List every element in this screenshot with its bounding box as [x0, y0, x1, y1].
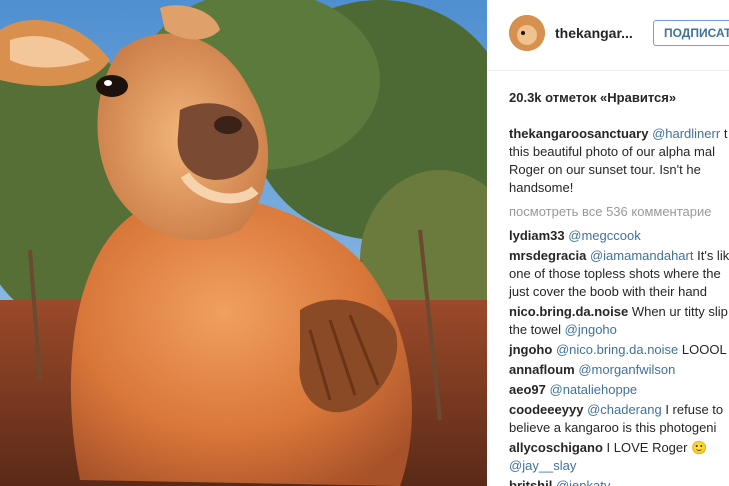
comment-line: just cover the boob with their hand — [509, 284, 708, 299]
likes-count[interactable]: 20.3k отметок «Нравится» — [509, 90, 676, 105]
comment: jngoho @nico.bring.da.noise LOOOL — [509, 341, 729, 359]
comment-text: It's lik — [697, 248, 729, 263]
comment-username[interactable]: allycoschigano — [509, 440, 603, 455]
follow-button[interactable]: ПОДПИСАТЬСЯ — [653, 20, 729, 46]
comment-username[interactable]: jngoho — [509, 342, 552, 357]
comment-mention[interactable]: @morganfwilson — [578, 362, 675, 377]
avatar[interactable] — [509, 15, 545, 51]
comments-list: thekangaroosanctuary @hardlinerr t this … — [509, 125, 729, 486]
kangaroo-avatar-icon — [509, 15, 545, 51]
comment-line: believe a kangaroo is this photogeni — [509, 420, 717, 435]
comment-mention[interactable]: @megccook — [568, 228, 640, 243]
kangaroo-photo — [0, 0, 487, 486]
view-all-comments-link[interactable]: посмотреть все 536 комментарие — [509, 203, 729, 221]
comment-username[interactable]: britshil — [509, 478, 552, 486]
caption-line: handsome! — [509, 180, 574, 195]
caption-line: this beautiful photo of our alpha mal — [509, 144, 715, 159]
comment-username[interactable]: lydiam33 — [509, 228, 565, 243]
comment-text: I refuse to — [665, 402, 724, 417]
comment-mention[interactable]: @jngoho — [565, 322, 617, 337]
comment-mention[interactable]: @iamamandahart — [590, 248, 694, 263]
comment: annafloum @morganfwilson — [509, 361, 729, 379]
comment-mention[interactable]: @jenkaty — [556, 478, 610, 486]
comment: mrsdegracia @iamamandahart It's lik one … — [509, 247, 729, 301]
caption: thekangaroosanctuary @hardlinerr t this … — [509, 125, 729, 197]
comment-line: one of those topless shots where the — [509, 266, 721, 281]
post-username[interactable]: thekangar... — [555, 25, 633, 41]
comment: aeo97 @nataliehoppe — [509, 381, 729, 399]
comment: coodeeeyyy @chaderang I refuse to believ… — [509, 401, 729, 437]
post-header: thekangar... ПОДПИСАТЬСЯ — [487, 0, 729, 71]
comment-text: When ur titty slip — [631, 304, 728, 319]
comment-username[interactable]: mrsdegracia — [509, 248, 586, 263]
comment-mention[interactable]: @chaderang — [587, 402, 662, 417]
comment-username[interactable]: annafloum — [509, 362, 575, 377]
comment-text: LOOOL — [681, 342, 727, 357]
comment: britshil @jenkaty — [509, 477, 729, 486]
comment-mention[interactable]: @jay__slay — [509, 458, 576, 473]
caption-username[interactable]: thekangaroosanctuary — [509, 126, 648, 141]
comment-username[interactable]: coodeeeyyy — [509, 402, 583, 417]
comment-username[interactable]: aeo97 — [509, 382, 546, 397]
caption-line: Roger on our sunset tour. Isn't he — [509, 162, 701, 177]
comment-username[interactable]: nico.bring.da.noise — [509, 304, 628, 319]
comment: allycoschigano I LOVE Roger 🙂 @jay__slay — [509, 439, 729, 475]
comment: lydiam33 @megccook — [509, 227, 729, 245]
comment-mention[interactable]: @nico.bring.da.noise — [556, 342, 678, 357]
comment-mention[interactable]: @nataliehoppe — [550, 382, 638, 397]
comment-text: I LOVE Roger 🙂 — [606, 440, 708, 455]
comment-line: the towel — [509, 322, 565, 337]
caption-text: t — [723, 126, 728, 141]
post-sidebar: thekangar... ПОДПИСАТЬСЯ 20.3k отметок «… — [487, 0, 729, 486]
caption-mention[interactable]: @hardlinerr — [652, 126, 720, 141]
comment: nico.bring.da.noise When ur titty slip t… — [509, 303, 729, 339]
post-photo[interactable] — [0, 0, 487, 486]
